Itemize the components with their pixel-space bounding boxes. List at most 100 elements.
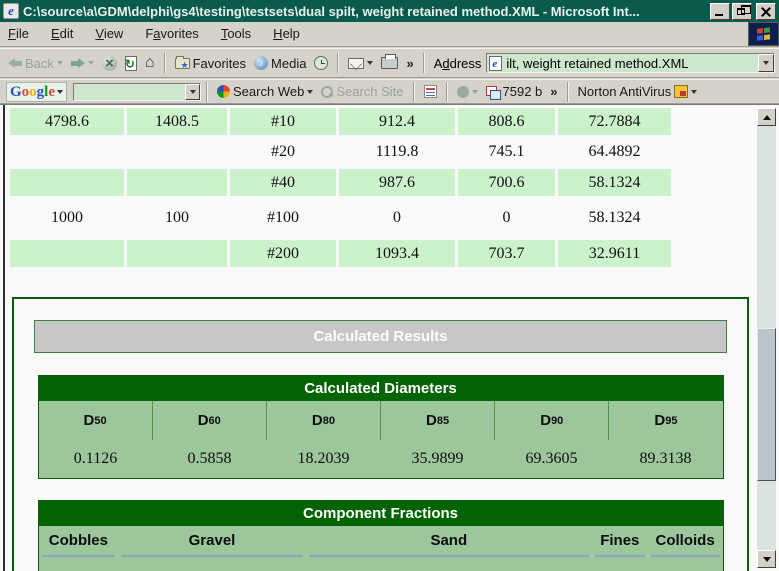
google-toolbar: Google Search Web Search Site 7592 b »	[0, 79, 779, 104]
ie-logo-icon: e	[3, 3, 19, 19]
toolbar-separator	[206, 82, 208, 102]
search-site-label: Search Site	[336, 84, 403, 99]
sieve-cell: 0	[458, 196, 555, 240]
menu-favorites[interactable]: Favorites	[145, 26, 198, 41]
mail-button[interactable]	[344, 56, 377, 71]
stop-button[interactable]	[98, 54, 121, 73]
menu-file[interactable]: File	[8, 26, 29, 41]
diameters-values-row: 0.11260.585818.203935.989969.360589.3138	[39, 440, 723, 478]
toolbar-separator	[413, 82, 415, 102]
news-icon	[424, 85, 437, 98]
sieve-cell	[127, 240, 227, 267]
toolbar-separator	[423, 53, 425, 73]
popup-blocker-icon	[486, 86, 500, 98]
sieve-cell: 987.6	[339, 169, 455, 196]
fraction-column-header: Gravel	[118, 526, 305, 560]
google-search-input[interactable]	[73, 83, 201, 101]
google-search-dropdown-button[interactable]	[185, 84, 200, 100]
menu-view[interactable]: View	[95, 26, 123, 41]
scrollbar-thumb[interactable]	[757, 328, 776, 481]
fractions-table-title: Component Fractions	[39, 501, 723, 526]
sieve-cell: 912.4	[339, 108, 455, 135]
google-logo-letter: e	[48, 84, 55, 100]
menu-items: File Edit View Favorites Tools Help	[8, 25, 322, 43]
favorites-button[interactable]: ★ Favorites	[171, 54, 250, 73]
menu-edit[interactable]: Edit	[51, 26, 73, 41]
scroll-up-button[interactable]	[757, 108, 776, 126]
norton-label: Norton AntiVirus	[578, 84, 672, 99]
sieve-cell: #40	[230, 169, 336, 196]
forward-dropdown-icon[interactable]	[88, 61, 94, 65]
back-button[interactable]: Back	[4, 54, 67, 73]
search-web-icon	[217, 85, 230, 98]
address-bar[interactable]: e ilt, weight retained method.XML	[486, 53, 775, 73]
google-logo-letter: G	[10, 84, 22, 100]
ie-throbber-icon	[748, 22, 779, 46]
menu-tools[interactable]: Tools	[221, 26, 251, 41]
restore-button[interactable]	[732, 3, 752, 20]
history-button[interactable]	[310, 54, 332, 72]
google-dropdown-icon[interactable]	[57, 90, 63, 94]
dropdown-icon	[763, 61, 769, 65]
fraction-value: 42.1	[306, 560, 592, 571]
popup-count-label: 7592 b	[503, 84, 543, 99]
page-border-line	[3, 105, 5, 571]
diameter-value: 69.3605	[495, 440, 609, 478]
scroll-down-button[interactable]	[757, 550, 776, 568]
search-site-button[interactable]: Search Site	[317, 82, 407, 101]
pagerank-dropdown-icon[interactable]	[472, 90, 478, 94]
address-label: Address	[434, 56, 482, 71]
sieve-cell: 0	[339, 196, 455, 240]
home-button[interactable]: ⌂	[141, 53, 159, 73]
diameter-value: 89.3138	[609, 440, 723, 478]
fractions-values-row: 8.616.342.133.0	[39, 560, 723, 571]
search-web-dropdown-icon[interactable]	[307, 90, 313, 94]
toolbar-separator	[567, 82, 569, 102]
diameter-value: 0.1126	[39, 440, 153, 478]
vertical-scrollbar[interactable]	[757, 108, 776, 568]
search-web-button[interactable]: Search Web	[213, 82, 317, 101]
history-icon	[314, 56, 328, 70]
stop-icon	[102, 56, 117, 71]
norton-antivirus-button[interactable]: Norton AntiVirus	[574, 82, 702, 101]
dropdown-icon	[190, 90, 196, 94]
google-logo-button[interactable]: Google	[6, 82, 67, 102]
standard-toolbar: Back ↻ ⌂ ★ Favorites ♪ Media » Address	[0, 48, 779, 78]
toolbar-chevron[interactable]: »	[402, 54, 417, 73]
diameter-column-header: D60	[153, 401, 267, 440]
print-button[interactable]	[377, 55, 402, 71]
sieve-cell: #20	[230, 135, 336, 169]
sieve-cell	[10, 135, 124, 169]
norton-icon	[674, 85, 688, 98]
address-value[interactable]: ilt, weight retained method.XML	[506, 56, 758, 71]
favorites-label: Favorites	[193, 56, 246, 71]
fraction-column-header: Cobbles	[39, 526, 119, 560]
sieve-cell: 4798.6	[10, 108, 124, 135]
mail-dropdown-icon[interactable]	[367, 61, 373, 65]
pagerank-icon	[457, 86, 469, 98]
page-info-button[interactable]	[420, 83, 441, 100]
diameter-column-header: D85	[381, 401, 495, 440]
restore-icon	[737, 8, 745, 15]
results-banner: Calculated Results	[34, 320, 727, 353]
sieve-cell: #10	[230, 108, 336, 135]
popup-blocker-button[interactable]: 7592 b	[482, 82, 547, 101]
minimize-button[interactable]	[710, 3, 730, 20]
media-button[interactable]: ♪ Media	[250, 54, 310, 73]
address-dropdown-button[interactable]	[758, 54, 774, 72]
titlebar: e C:\source\a\GDM\delphi\gs4\testing\tes…	[0, 0, 779, 22]
refresh-button[interactable]: ↻	[121, 54, 141, 73]
fractions-header-row: CobblesGravelSandFinesColloids	[39, 526, 723, 560]
menu-help[interactable]: Help	[273, 26, 300, 41]
search-site-icon	[321, 86, 333, 98]
mail-icon	[348, 58, 364, 69]
google-logo: Google	[10, 84, 55, 100]
close-button[interactable]	[756, 3, 776, 20]
googlebar-chevron[interactable]: »	[546, 82, 561, 101]
back-dropdown-icon[interactable]	[57, 61, 63, 65]
forward-button[interactable]	[67, 56, 98, 70]
norton-dropdown-icon[interactable]	[691, 90, 697, 94]
diameter-value: 18.2039	[267, 440, 381, 478]
sieve-cell: 745.1	[458, 135, 555, 169]
pagerank-button[interactable]	[453, 84, 482, 100]
